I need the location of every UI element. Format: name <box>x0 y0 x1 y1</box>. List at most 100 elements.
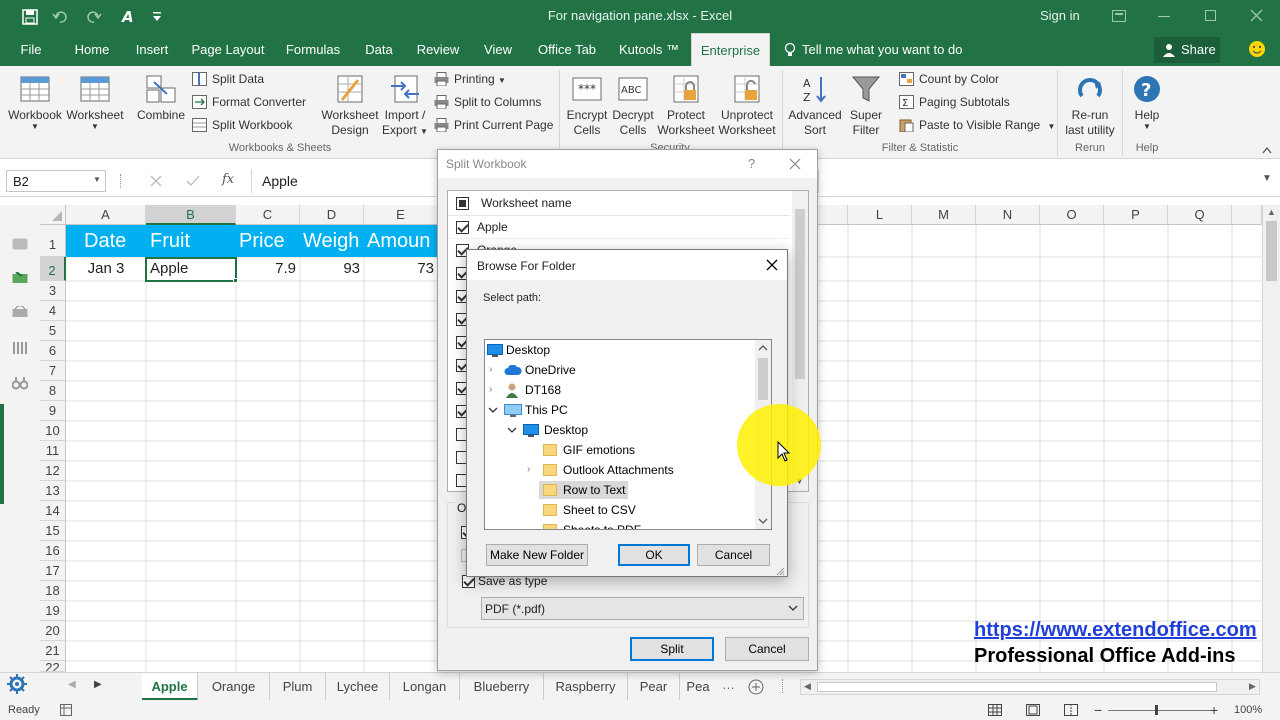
formula-input[interactable]: Apple <box>251 169 437 193</box>
horizontal-scroll-thumb[interactable] <box>817 682 1217 692</box>
minimize-icon[interactable] <box>1158 16 1170 17</box>
scroll-right-icon[interactable]: ▶ <box>1249 681 1256 692</box>
row-header[interactable]: 6 <box>40 341 66 361</box>
tab-view[interactable]: View <box>478 33 518 66</box>
row-header[interactable]: 14 <box>40 501 66 521</box>
settings-gear-icon[interactable] <box>6 673 28 695</box>
new-sheet-icon[interactable] <box>748 679 764 695</box>
zoom-level[interactable]: 100% <box>1234 704 1262 716</box>
collapse-arrow-icon[interactable] <box>507 427 517 434</box>
row-header[interactable]: 3 <box>40 281 66 301</box>
cancel-entry-icon[interactable] <box>150 175 162 187</box>
tree-item-onedrive[interactable]: › OneDrive <box>485 360 755 380</box>
column-header[interactable]: A <box>66 205 146 225</box>
expand-arrow-icon[interactable]: › <box>527 460 530 480</box>
sheet-tab-longan[interactable]: Longan <box>390 673 460 701</box>
sheet-tab-lychee[interactable]: Lychee <box>326 673 390 701</box>
row-header[interactable]: 20 <box>40 621 66 641</box>
row-header[interactable]: 21 <box>40 641 66 661</box>
column-header[interactable]: P <box>1104 205 1168 225</box>
column-list-icon[interactable] <box>12 342 28 354</box>
name-box[interactable]: B2 ▼ <box>6 170 106 192</box>
paste-visible-button[interactable]: Paste to Visible Range ▼ <box>899 115 1055 135</box>
printing-button[interactable]: Printing ▼ <box>434 69 506 89</box>
font-color-icon[interactable]: A <box>121 8 137 24</box>
list-scroll-thumb[interactable] <box>795 209 805 379</box>
ribbon-display-icon[interactable] <box>1112 10 1126 22</box>
column-header[interactable]: O <box>1040 205 1104 225</box>
row-header[interactable]: 5 <box>40 321 66 341</box>
macro-record-icon[interactable] <box>60 704 72 716</box>
tree-item-folder[interactable]: Sheet to CSV <box>485 500 755 520</box>
sheet-tab-orange[interactable]: Orange <box>198 673 270 701</box>
print-current-page-button[interactable]: Print Current Page <box>434 115 553 135</box>
tree-item-user[interactable]: › DT168 <box>485 380 755 400</box>
tree-item-folder[interactable]: GIF emotions <box>485 440 755 460</box>
close-icon[interactable] <box>766 259 778 271</box>
row-header[interactable]: 4 <box>40 301 66 321</box>
sheet-tab-apple[interactable]: Apple <box>142 673 198 701</box>
sheet-scroll-left-icon[interactable]: ◀ <box>68 679 76 690</box>
cell-b2[interactable]: Apple <box>146 259 236 279</box>
column-header[interactable]: C <box>236 205 300 225</box>
autotext-icon[interactable] <box>12 306 28 318</box>
protect-worksheet-button[interactable]: Protect Worksheet <box>656 74 716 138</box>
cell-e2[interactable]: 73 <box>364 259 438 279</box>
sheet-nav-icon[interactable] <box>12 272 28 284</box>
tree-item-desktop-root[interactable]: Desktop <box>485 340 755 360</box>
page-break-view-icon[interactable] <box>1064 704 1078 716</box>
row-header[interactable]: 22 <box>40 661 66 672</box>
expand-formula-icon[interactable]: ▼ <box>1262 173 1272 184</box>
file-type-select[interactable]: PDF (*.pdf) <box>481 597 804 620</box>
tree-item-folder[interactable]: › Outlook Attachments <box>485 460 755 480</box>
zoom-out-icon[interactable]: − <box>1094 702 1102 718</box>
tab-office-tab[interactable]: Office Tab <box>532 33 602 66</box>
tab-review[interactable]: Review <box>412 33 464 66</box>
sheet-tab-raspberry[interactable]: Raspberry <box>544 673 628 701</box>
rerun-button[interactable]: Re-run last utility <box>1060 74 1120 138</box>
scroll-up-icon[interactable] <box>758 344 768 351</box>
column-header[interactable]: Q <box>1168 205 1232 225</box>
tab-formulas[interactable]: Formulas <box>282 33 344 66</box>
tab-file[interactable]: File <box>14 33 48 66</box>
horizontal-scrollbar[interactable]: ◀ ▶ <box>800 679 1260 695</box>
find-replace-icon[interactable] <box>12 376 28 390</box>
save-icon[interactable] <box>22 9 38 25</box>
row-header[interactable]: 16 <box>40 541 66 561</box>
scroll-thumb[interactable] <box>1266 221 1277 281</box>
row-header[interactable]: 7 <box>40 361 66 381</box>
column-header[interactable]: B <box>146 205 236 225</box>
expand-arrow-icon[interactable]: › <box>489 380 492 400</box>
column-header[interactable]: E <box>364 205 438 225</box>
make-new-folder-button[interactable]: Make New Folder <box>486 544 588 566</box>
tree-item-folder-selected[interactable]: Row to Text <box>485 480 755 500</box>
tab-data[interactable]: Data <box>360 33 398 66</box>
expand-arrow-icon[interactable]: › <box>489 360 492 380</box>
split-button[interactable]: Split <box>630 637 714 661</box>
confirm-entry-icon[interactable] <box>186 174 200 187</box>
tree-item-folder[interactable]: Sheets to PDF <box>485 520 755 529</box>
watermark-url[interactable]: https://www.extendoffice.com <box>974 619 1257 642</box>
column-header[interactable]: M <box>912 205 976 225</box>
help-button[interactable]: ? Help ▼ <box>1126 74 1168 131</box>
sign-in-link[interactable]: Sign in <box>1040 8 1080 23</box>
tree-scroll-thumb[interactable] <box>758 358 768 400</box>
scroll-up-icon[interactable]: ▲ <box>1267 207 1276 217</box>
redo-icon[interactable] <box>86 9 102 25</box>
column-header-partial[interactable] <box>818 205 848 225</box>
row-header[interactable]: 9 <box>40 401 66 421</box>
row-header[interactable]: 12 <box>40 461 66 481</box>
sheet-checkbox[interactable] <box>456 221 469 234</box>
scroll-down-icon[interactable] <box>758 518 768 525</box>
select-all-checkbox[interactable] <box>456 197 469 210</box>
tab-insert[interactable]: Insert <box>130 33 174 66</box>
zoom-slider-thumb[interactable] <box>1155 705 1158 715</box>
tree-item-this-pc[interactable]: This PC <box>485 400 755 420</box>
normal-view-icon[interactable] <box>988 704 1002 716</box>
unprotect-worksheet-button[interactable]: Unprotect Worksheet <box>716 74 778 138</box>
paging-subtotals-button[interactable]: Σ Paging Subtotals <box>899 92 1010 112</box>
tell-me-box[interactable]: Tell me what you want to do <box>802 42 962 57</box>
header-cell-amount[interactable]: Amoun <box>367 225 438 257</box>
encrypt-cells-button[interactable]: *** Encrypt Cells <box>563 74 611 138</box>
column-header-partial[interactable] <box>1232 205 1262 225</box>
